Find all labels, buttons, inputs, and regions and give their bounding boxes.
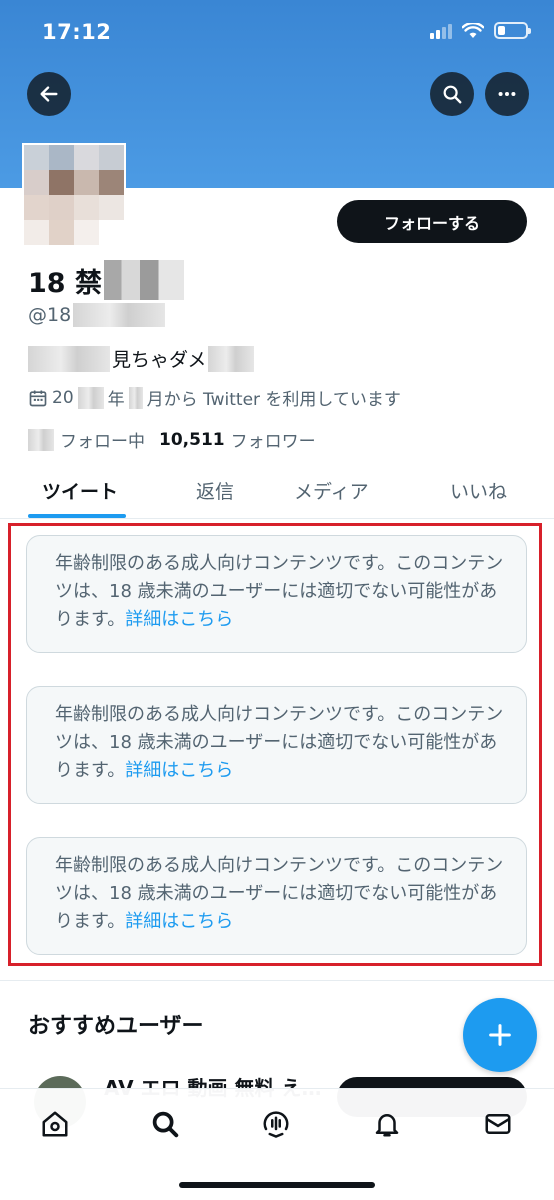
- age-restriction-notice: 年齢制限のある成人向けコンテンツです。このコンテンツは、18 歳未満のユーザーに…: [26, 837, 527, 955]
- search-icon: [443, 85, 462, 104]
- pixelated-handle: [73, 303, 166, 327]
- compose-button[interactable]: [463, 998, 537, 1072]
- pixelated-following-count: [28, 428, 54, 451]
- pixelated-name: [103, 260, 184, 300]
- follow-button[interactable]: フォローする: [337, 200, 527, 243]
- pixelated-month: [128, 386, 143, 409]
- battery-icon: [494, 22, 531, 39]
- display-name-text: 18 禁: [28, 267, 102, 299]
- join-date: 20 年 月から Twitter を利用しています: [28, 385, 401, 410]
- nav-messages[interactable]: [481, 1107, 515, 1141]
- profile-tabs: ツイート 返信 メディア いいね: [0, 465, 554, 519]
- status-icons: [430, 22, 531, 39]
- active-tab-indicator: [28, 514, 126, 518]
- search-icon: [152, 1111, 179, 1138]
- following-link[interactable]: フォロー中: [60, 427, 145, 452]
- age-restriction-notice: 年齢制限のある成人向けコンテンツです。このコンテンツは、18 歳未満のユーザーに…: [26, 535, 527, 653]
- pixelated-bio-end: [208, 345, 255, 372]
- home-indicator: [179, 1182, 375, 1188]
- learn-more-link[interactable]: 詳細はこちら: [125, 760, 233, 781]
- join-year-label: 年: [107, 390, 125, 410]
- tab-tweets[interactable]: ツイート: [42, 477, 118, 504]
- wifi-icon: [462, 22, 484, 38]
- home-icon: [42, 1111, 68, 1137]
- age-restriction-notice: 年齢制限のある成人向けコンテンツです。このコンテンツは、18 歳未満のユーザーに…: [26, 686, 527, 804]
- section-divider: [0, 980, 554, 981]
- followers-count[interactable]: 10,511: [159, 430, 225, 450]
- tab-replies[interactable]: 返信: [196, 477, 234, 504]
- notice-text: 年齢制限のある成人向けコンテンツです。このコンテンツは、18 歳未満のユーザーに…: [55, 704, 504, 781]
- bio-text: 見ちゃダメ: [112, 349, 207, 371]
- search-button[interactable]: [430, 72, 474, 116]
- learn-more-link[interactable]: 詳細はこちら: [125, 609, 233, 630]
- nav-notifications[interactable]: [370, 1107, 404, 1141]
- recommendations-title: おすすめユーザー: [28, 1014, 204, 1039]
- status-bar: 17:12: [0, 0, 554, 64]
- status-time: 17:12: [42, 20, 112, 44]
- follow-counts: フォロー中 10,511 フォロワー: [28, 427, 316, 452]
- notice-text: 年齢制限のある成人向けコンテンツです。このコンテンツは、18 歳未満のユーザーに…: [55, 855, 504, 932]
- calendar-icon: [29, 390, 47, 406]
- tab-likes[interactable]: いいね: [450, 477, 507, 504]
- nav-search[interactable]: [148, 1107, 182, 1141]
- more-horizontal-icon: [498, 91, 516, 97]
- more-button[interactable]: [485, 72, 529, 116]
- arrow-left-icon: [40, 86, 58, 102]
- nav-spaces[interactable]: [259, 1107, 293, 1141]
- followers-link[interactable]: フォロワー: [231, 427, 316, 452]
- pixelated-year: [77, 386, 104, 409]
- back-button[interactable]: [27, 72, 71, 116]
- profile-bio: 見ちゃダメ: [28, 345, 255, 372]
- tab-media[interactable]: メディア: [294, 477, 369, 504]
- nav-home[interactable]: [38, 1107, 72, 1141]
- pixelated-bio-start: [28, 345, 110, 372]
- notice-text: 年齢制限のある成人向けコンテンツです。このコンテンツは、18 歳未満のユーザーに…: [55, 553, 504, 630]
- handle-text: @18: [28, 304, 72, 326]
- spaces-icon: [263, 1111, 289, 1138]
- profile-avatar[interactable]: [22, 143, 126, 247]
- join-suffix: 月から Twitter を利用しています: [146, 390, 401, 410]
- user-handle: @18: [28, 303, 166, 327]
- display-name: 18 禁: [28, 260, 184, 300]
- mail-icon: [485, 1114, 511, 1134]
- signal-icon: [430, 23, 452, 39]
- bell-icon: [375, 1114, 399, 1137]
- plus-icon: [489, 1024, 511, 1046]
- learn-more-link[interactable]: 詳細はこちら: [125, 911, 233, 932]
- join-prefix: 20: [52, 387, 74, 408]
